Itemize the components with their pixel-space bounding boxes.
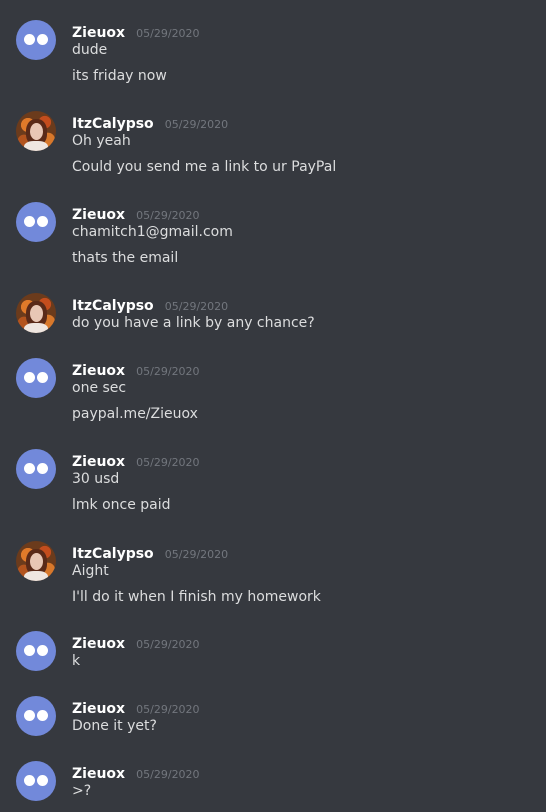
message-header: ItzCalypso 05/29/2020 [72, 113, 228, 132]
avatar-face [30, 123, 43, 140]
username[interactable]: Zieuox [72, 454, 125, 470]
message-header: Zieuox 05/29/2020 [72, 698, 200, 717]
timestamp: 05/29/2020 [136, 638, 200, 651]
timestamp: 05/29/2020 [164, 300, 229, 313]
message-text: do you have a link by any chance? [72, 315, 315, 331]
message-text: Oh yeah [72, 133, 131, 149]
message-text: k [72, 653, 81, 669]
timestamp: 05/29/2020 [136, 27, 200, 40]
username[interactable]: Zieuox [72, 207, 125, 223]
avatar[interactable] [16, 358, 56, 398]
message-text: dude [72, 42, 108, 58]
avatar[interactable] [16, 449, 56, 489]
message-text: lmk once paid [72, 497, 171, 513]
message-text: thats the email [72, 250, 179, 266]
avatar-shirt [24, 571, 48, 581]
username[interactable]: ItzCalypso [72, 116, 154, 132]
avatar-face [30, 305, 43, 322]
avatar-eye-icon [24, 710, 35, 721]
message-header: Zieuox 05/29/2020 [72, 360, 200, 379]
message-header: Zieuox 05/29/2020 [72, 22, 200, 41]
message-text: Aight [72, 563, 109, 579]
message-header: Zieuox 05/29/2020 [72, 633, 200, 652]
username[interactable]: Zieuox [72, 701, 125, 717]
avatar-shirt [24, 323, 48, 333]
avatar-shirt [24, 141, 48, 151]
avatar-eye-icon [24, 775, 35, 786]
message-header: ItzCalypso 05/29/2020 [72, 543, 228, 562]
username[interactable]: Zieuox [72, 766, 125, 782]
timestamp: 05/29/2020 [136, 703, 200, 716]
chat-message-list: Zieuox 05/29/2020 dude its friday now It… [0, 0, 546, 812]
message-text: paypal.me/Zieuox [72, 406, 198, 422]
username[interactable]: Zieuox [72, 636, 125, 652]
avatar-eye-icon [24, 645, 35, 656]
avatar-eye-icon [37, 645, 48, 656]
message-text: chamitch1@gmail.com [72, 224, 233, 240]
message-text: 30 usd [72, 471, 120, 487]
username[interactable]: ItzCalypso [72, 546, 154, 562]
avatar[interactable] [16, 761, 56, 801]
timestamp: 05/29/2020 [136, 209, 200, 222]
username[interactable]: Zieuox [72, 25, 125, 41]
message-header: ItzCalypso 05/29/2020 [72, 295, 228, 314]
avatar-eye-icon [24, 216, 35, 227]
avatar-eye-icon [37, 34, 48, 45]
timestamp: 05/29/2020 [164, 548, 229, 561]
timestamp: 05/29/2020 [136, 365, 200, 378]
avatar-eye-icon [24, 463, 35, 474]
username[interactable]: Zieuox [72, 363, 125, 379]
avatar-eye-icon [37, 372, 48, 383]
timestamp: 05/29/2020 [164, 118, 229, 131]
message-text: I'll do it when I finish my homework [72, 589, 321, 605]
avatar-face [30, 553, 43, 570]
message-header: Zieuox 05/29/2020 [72, 763, 200, 782]
avatar-eye-icon [24, 372, 35, 383]
timestamp: 05/29/2020 [136, 768, 200, 781]
message-text: Done it yet? [72, 718, 157, 734]
avatar[interactable] [16, 696, 56, 736]
message-header: Zieuox 05/29/2020 [72, 451, 200, 470]
avatar-eye-icon [37, 775, 48, 786]
avatar[interactable] [16, 20, 56, 60]
avatar-eye-icon [37, 710, 48, 721]
timestamp: 05/29/2020 [136, 456, 200, 469]
avatar[interactable] [16, 202, 56, 242]
avatar[interactable] [16, 541, 56, 581]
avatar[interactable] [16, 631, 56, 671]
avatar-eye-icon [37, 463, 48, 474]
avatar-eye-icon [24, 34, 35, 45]
avatar-eye-icon [37, 216, 48, 227]
message-text: its friday now [72, 68, 167, 84]
avatar[interactable] [16, 111, 56, 151]
message-text: >? [72, 783, 92, 799]
avatar[interactable] [16, 293, 56, 333]
username[interactable]: ItzCalypso [72, 298, 154, 314]
message-text: one sec [72, 380, 127, 396]
message-header: Zieuox 05/29/2020 [72, 204, 200, 223]
message-text: Could you send me a link to ur PayPal [72, 159, 337, 175]
